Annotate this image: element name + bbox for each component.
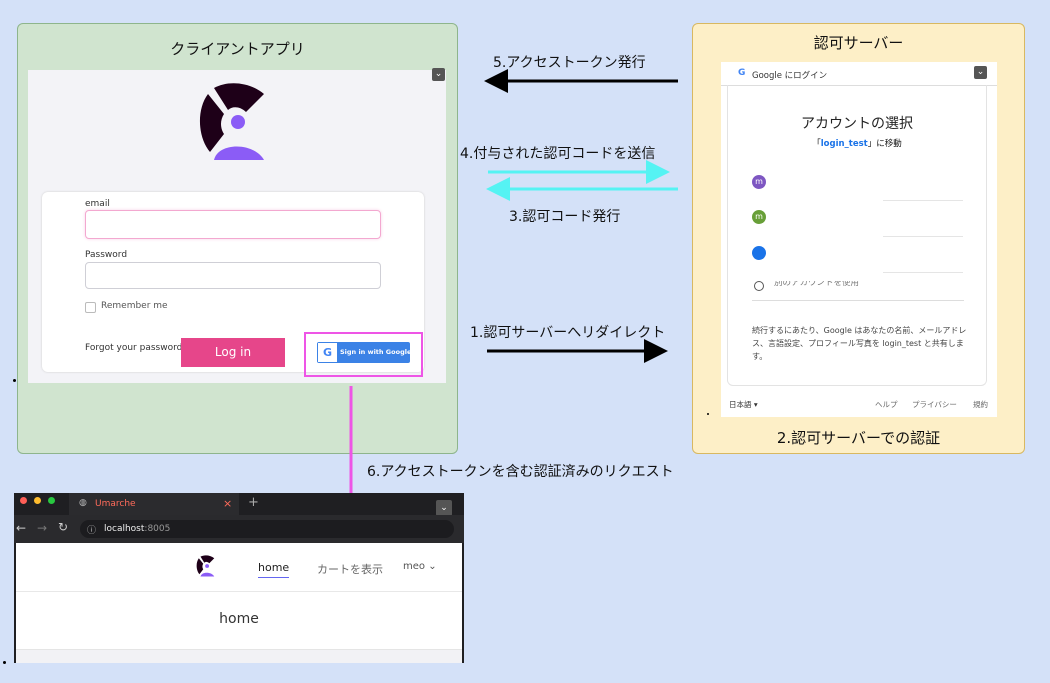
url-port: :8005 [144,524,171,534]
globe-icon: ◍ [79,498,87,508]
tab-title: Umarche [95,499,136,509]
chevron-down-icon: ⌄ [428,561,437,572]
user-menu[interactable]: meo ⌄ [403,561,437,572]
app-logo [196,555,215,577]
chevron-down-icon: ⌄ [436,500,452,516]
forward-icon[interactable]: → [37,521,47,535]
user-name: meo [403,561,426,572]
url-text: localhost:8005 [104,524,170,534]
divider [16,591,462,592]
maximize-window-button[interactable] [48,497,55,504]
step6-label: 6.アクセストークンを含む認証済みのリクエスト [367,464,674,480]
step1-label: 1.認可サーバーへリダイレクト [470,325,666,341]
browser-toolbar: ← → ↻ ⓘ localhost:8005 [14,515,464,543]
info-icon: ⓘ [87,526,97,536]
close-window-button[interactable] [20,497,27,504]
nav-home[interactable]: home [258,561,290,578]
step3-label: 3.認可コード発行 [509,209,621,225]
browser-tab[interactable]: ◍ Umarche × [69,493,239,515]
minimize-window-button[interactable] [34,497,41,504]
page-content-area [16,649,462,663]
bullet-dot [3,661,6,664]
step4-label: 4.付与された認可コードを送信 [460,146,656,162]
page-heading: home [219,611,259,627]
url-host: localhost [104,524,145,534]
reload-icon[interactable]: ↻ [58,520,68,534]
close-tab-icon[interactable]: × [223,497,232,510]
browser-screenshot: ◍ Umarche × + ⌄ ← → ↻ ⓘ localhost:8005 h… [14,493,464,663]
nav-cart[interactable]: カートを表示 [317,561,383,577]
new-tab-icon[interactable]: + [248,495,259,510]
web-page: home カートを表示 meo ⌄ home [16,543,462,663]
back-icon[interactable]: ← [16,521,26,535]
step5-label: 5.アクセストークン発行 [493,55,646,71]
address-bar[interactable]: ⓘ localhost:8005 [80,520,454,538]
